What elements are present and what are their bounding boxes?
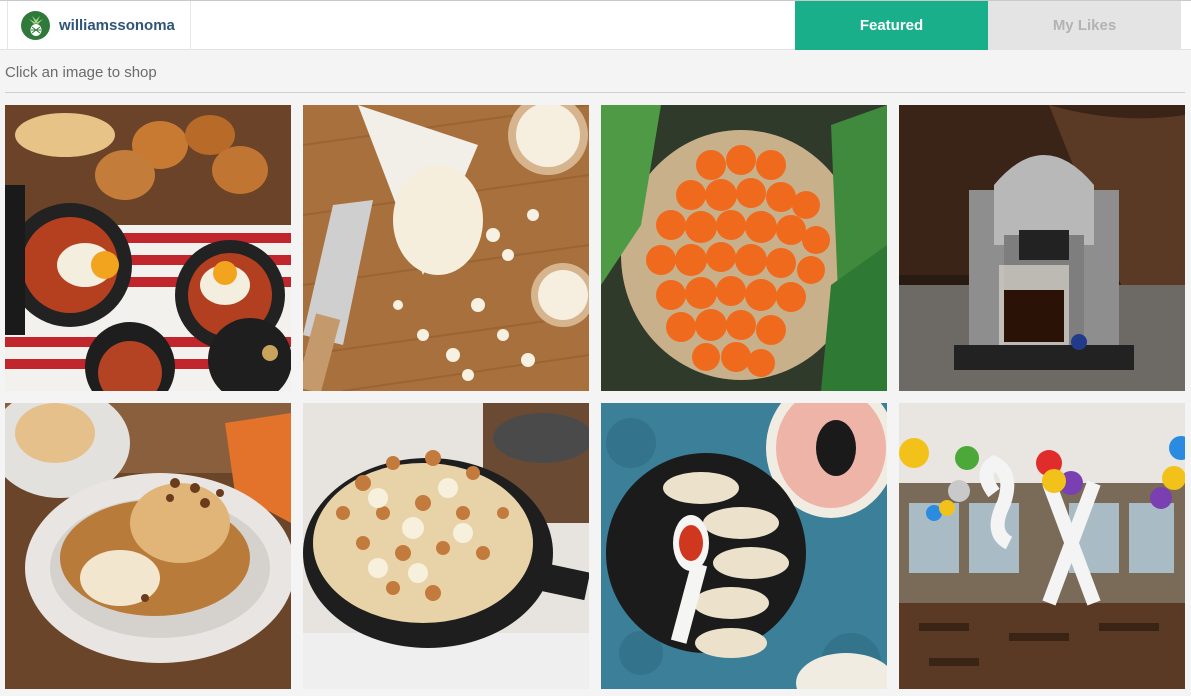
shop-hint: Click an image to shop [5,64,157,81]
brand-name: williamssonoma [59,17,175,34]
product-tile-popcorn[interactable] [303,105,589,391]
product-tile-tangerines[interactable] [601,105,887,391]
product-tile-baked-eggs[interactable] [5,105,291,391]
tab-my-likes[interactable]: My Likes [988,1,1181,50]
divider [5,92,1185,93]
brand-link[interactable]: williamssonoma [7,1,191,50]
product-tile-sticky-bun[interactable] [5,403,291,689]
top-bar: williamssonoma Featured My Likes [0,0,1191,50]
product-tile-cauliflower-gratin[interactable] [303,403,589,689]
pineapple-icon [21,11,50,40]
product-tile-restaurant[interactable] [899,403,1185,689]
tab-featured[interactable]: Featured [795,1,988,50]
product-tile-dumplings[interactable] [601,403,887,689]
product-tile-nespresso[interactable] [899,105,1185,391]
